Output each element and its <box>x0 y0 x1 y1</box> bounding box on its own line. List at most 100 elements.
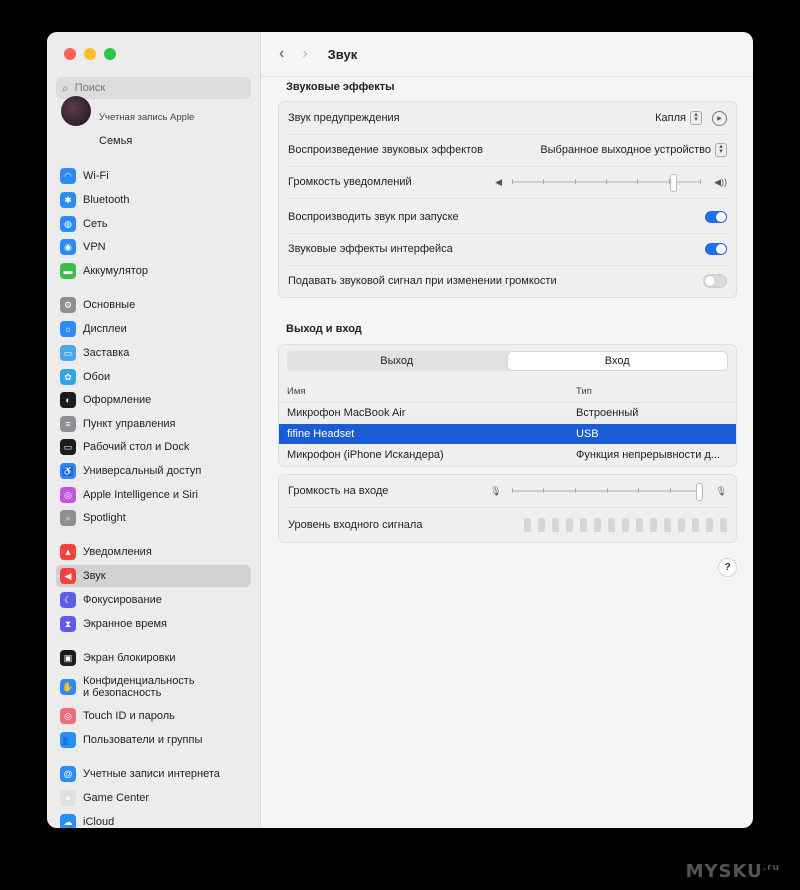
spotlight-icon: ⌕ <box>60 510 76 526</box>
alert-sound-popup[interactable]: Капля ▴ ▾ <box>655 111 702 125</box>
sidebar-item-network[interactable]: ◍ Сеть <box>56 213 251 235</box>
search-field[interactable]: ⌕ <box>56 77 251 99</box>
input-volume-row: Громкость на входе 🎙 🎙 <box>288 475 727 508</box>
settings-window: ⌕ Учетная запись Apple Семья ◠ Wi-Fi ✱ Blue… <box>47 32 753 828</box>
input-level-meter <box>524 518 727 532</box>
apple-account-item[interactable]: Учетная запись Apple <box>59 96 254 128</box>
level-segment <box>706 518 713 532</box>
sidebar-item-notifications[interactable]: ▲ Уведомления <box>56 541 251 563</box>
sidebar-item-label: VPN <box>83 241 106 253</box>
startup-sound-label: Воспроизводить звук при запуске <box>288 211 459 223</box>
notif-volume-slider[interactable] <box>502 174 714 192</box>
siri-icon: ◎ <box>60 487 76 503</box>
sidebar-item-lock-screen[interactable]: ▣ Экран блокировки <box>56 647 251 669</box>
volume-feedback-toggle[interactable] <box>703 274 727 288</box>
playback-popup[interactable]: Выбранное выходное устройство ▴ ▾ <box>540 143 727 157</box>
ui-effects-toggle[interactable] <box>705 243 727 255</box>
play-icon[interactable]: ▶ <box>712 110 727 126</box>
forward-chevron-icon[interactable]: › <box>302 45 307 63</box>
sidebar-item-internet-accounts[interactable]: @ Учетные записи интернета <box>56 763 251 785</box>
col-name-header[interactable]: Имя <box>287 386 306 397</box>
sidebar: ⌕ Учетная запись Apple Семья ◠ Wi-Fi ✱ Blue… <box>47 32 261 828</box>
table-row[interactable]: Микрофон MacBook Air Встроенный <box>279 403 736 423</box>
level-segment <box>566 518 573 532</box>
sidebar-item-gear[interactable]: ⚙ Основные <box>56 294 251 316</box>
network-icon: ◍ <box>60 216 76 232</box>
notifications-icon: ▲ <box>60 544 76 560</box>
sidebar-item-display[interactable]: ☼ Дисплеи <box>56 318 251 340</box>
io-heading: Выход и вход <box>286 323 362 335</box>
sidebar-item-label: Spotlight <box>83 512 126 524</box>
level-segment <box>678 518 685 532</box>
level-segment <box>650 518 657 532</box>
input-level-row: Уровень входного сигнала <box>288 508 727 542</box>
search-input[interactable] <box>72 81 237 95</box>
close-button[interactable] <box>64 48 76 60</box>
sidebar-item-screensaver[interactable]: ▭ Заставка <box>56 342 251 364</box>
input-volume-label: Громкость на входе <box>288 485 389 497</box>
dock-icon: ▭ <box>60 439 76 455</box>
zoom-button[interactable] <box>104 48 116 60</box>
sidebar-item-privacy-hand[interactable]: ✋ Конфиденциальность и безопасность <box>56 673 251 701</box>
sidebar-item-label: Универсальный доступ <box>83 465 202 477</box>
sidebar-item-appearance[interactable]: ◐ Оформление <box>56 389 251 411</box>
slider-tick <box>637 179 639 184</box>
internet-accounts-icon: @ <box>60 766 76 782</box>
sidebar-item-wifi[interactable]: ◠ Wi-Fi <box>56 165 251 187</box>
sidebar-item-screen-time[interactable]: ⧗ Экранное время <box>56 613 251 635</box>
sidebar-item-focus[interactable]: ☾ Фокусирование <box>56 589 251 611</box>
slider-thumb[interactable] <box>695 483 703 501</box>
sidebar-item-label: Заставка <box>83 347 130 359</box>
toolbar: ‹ › Звук <box>279 44 357 64</box>
minimize-button[interactable] <box>84 48 96 60</box>
col-type-header[interactable]: Тип <box>576 386 731 397</box>
sidebar-item-wallpaper[interactable]: ✿ Обои <box>56 366 251 388</box>
appearance-icon: ◐ <box>60 392 76 408</box>
slider-thumb[interactable] <box>669 174 677 192</box>
sidebar-item-label: Экранное время <box>83 618 167 630</box>
mic-high-icon: 🎙 <box>715 485 727 496</box>
slider-tick <box>606 488 608 493</box>
sidebar-item-spotlight[interactable]: ⌕ Spotlight <box>56 507 251 529</box>
alert-sound-value: Капля <box>655 112 686 124</box>
gear-icon: ⚙ <box>60 297 76 313</box>
sidebar-item-label: Фокусирование <box>83 594 162 606</box>
devices-table-header: Имя Тип <box>279 382 736 403</box>
sidebar-item-label: Пользователи и группы <box>83 734 203 746</box>
sidebar-item-fingerprint[interactable]: ◎ Touch ID и пароль <box>56 705 251 727</box>
startup-sound-toggle[interactable] <box>705 211 727 223</box>
control-center-icon: ≡ <box>60 416 76 432</box>
table-row[interactable]: fifine Headset USB <box>279 424 736 444</box>
sidebar-item-dock[interactable]: ▭ Рабочий стол и Dock <box>56 436 251 458</box>
sidebar-item-label: Game Center <box>83 792 150 804</box>
sidebar-item-label: Wi-Fi <box>83 170 109 182</box>
sidebar-item-bluetooth[interactable]: ✱ Bluetooth <box>56 189 251 211</box>
sidebar-item-siri[interactable]: ◎ Apple Intelligence и Siri <box>56 484 251 506</box>
sidebar-item-control-center[interactable]: ≡ Пункт управления <box>56 413 251 435</box>
tab-output[interactable]: Выход <box>287 351 507 371</box>
sidebar-item-users[interactable]: 👥 Пользователи и группы <box>56 729 251 751</box>
toolbar-divider <box>261 76 753 77</box>
sidebar-item-sound[interactable]: ◀ Звук <box>56 565 251 587</box>
ui-effects-row: Звуковые эффекты интерфейса <box>288 233 727 266</box>
level-segment <box>692 518 699 532</box>
back-chevron-icon[interactable]: ‹ <box>279 45 284 63</box>
effects-heading: Звуковые эффекты <box>286 81 395 93</box>
alert-sound-label: Звук предупреждения <box>288 112 400 124</box>
level-segment <box>594 518 601 532</box>
tab-input[interactable]: Вход <box>507 352 727 370</box>
table-row[interactable]: Микрофон (iPhone Искандера) Функция непре… <box>279 445 736 465</box>
sidebar-item-battery[interactable]: ▬ Аккумулятор <box>56 260 251 282</box>
sidebar-item-vpn[interactable]: ◉ VPN <box>56 236 251 258</box>
slider-tick <box>669 488 671 493</box>
input-volume-slider[interactable] <box>502 483 716 501</box>
slider-tick <box>511 488 513 493</box>
family-item[interactable]: Семья <box>99 135 132 147</box>
sidebar-item-label: Уведомления <box>83 546 152 558</box>
speaker-high-icon: ◀)) <box>714 176 727 187</box>
sidebar-item-game-center[interactable]: ● Game Center <box>56 787 251 809</box>
sidebar-item-icloud[interactable]: ☁ iCloud <box>56 811 251 828</box>
sidebar-item-accessibility[interactable]: ♿ Универсальный доступ <box>56 460 251 482</box>
sidebar-item-label: Учетные записи интернета <box>83 768 220 780</box>
help-button[interactable]: ? <box>718 558 737 577</box>
